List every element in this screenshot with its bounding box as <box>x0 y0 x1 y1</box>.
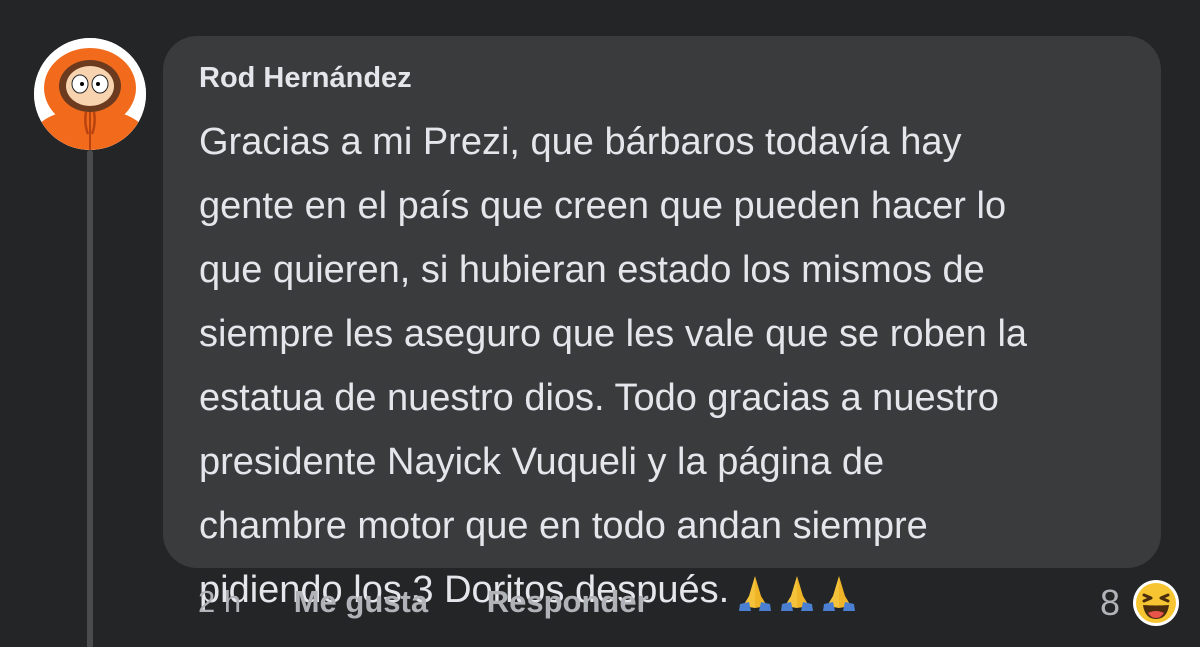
comment-author[interactable]: Rod Hernández <box>199 62 412 95</box>
folded-hands-icon <box>781 576 814 611</box>
avatar[interactable] <box>34 38 146 150</box>
comment-text: Gracias a mi Prezi, que bárbaros todavía… <box>199 110 1139 632</box>
folded-hands-emojis <box>735 568 861 632</box>
comment-body: Gracias a mi Prezi, que bárbaros todavía… <box>199 121 1028 611</box>
like-button[interactable]: Me gusta <box>294 584 428 620</box>
haha-reaction-icon <box>1133 580 1179 626</box>
reaction-summary[interactable]: 8 <box>1100 578 1180 628</box>
reaction-count: 8 <box>1099 582 1120 623</box>
folded-hands-icon <box>739 576 772 611</box>
thread-line <box>87 150 93 647</box>
comment-actions: 2 h Me gusta Responder <box>198 584 649 620</box>
comment-bubble: Rod Hernández Gracias a mi Prezi, que bá… <box>163 36 1161 611</box>
kenny-avatar-icon <box>34 38 146 150</box>
reply-button[interactable]: Responder <box>487 584 649 620</box>
comment-timestamp[interactable]: 2 h <box>198 584 241 620</box>
folded-hands-icon <box>823 576 856 611</box>
comment-thread: Rod Hernández Gracias a mi Prezi, que bá… <box>0 0 1200 647</box>
